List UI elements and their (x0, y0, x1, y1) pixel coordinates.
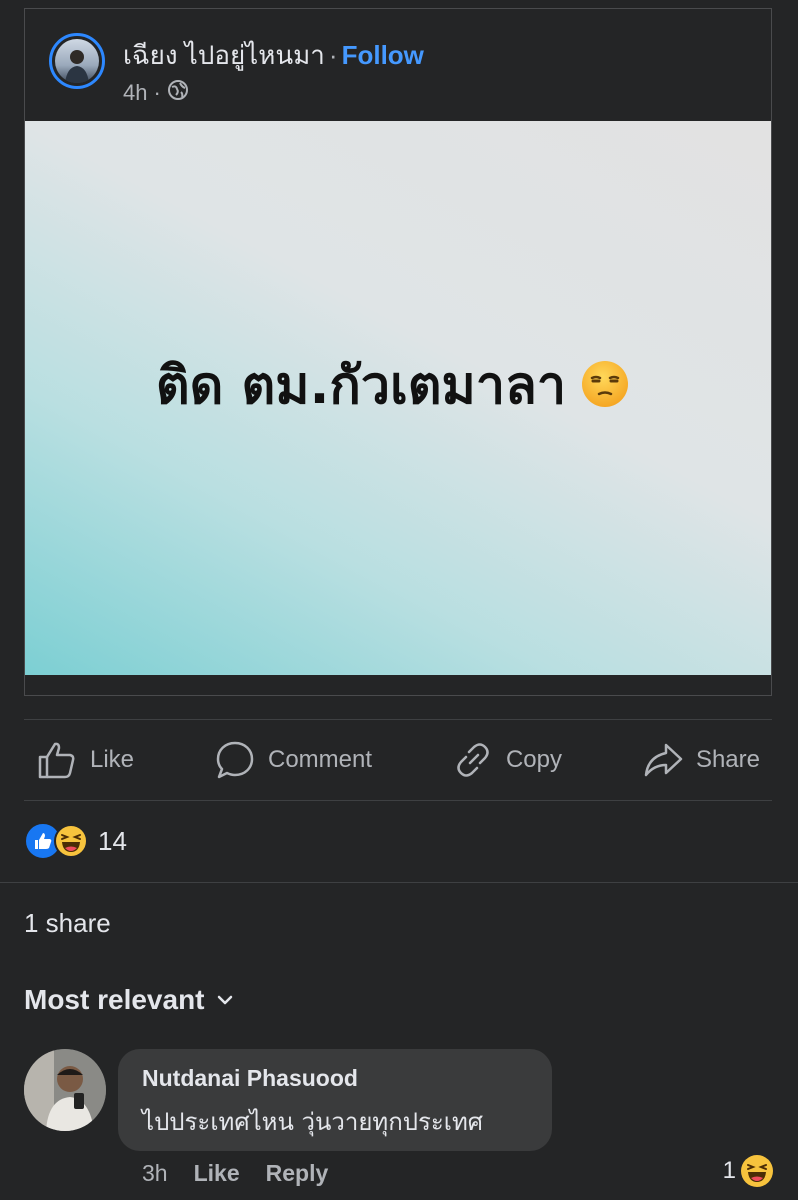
header-separator: · (328, 40, 338, 70)
comment-sort-dropdown[interactable]: Most relevant (24, 984, 235, 1016)
unamused-face-icon (582, 361, 629, 407)
commenter-avatar[interactable] (24, 1049, 106, 1131)
post-text-content: ติด ตม.กัวเตมาลา (155, 355, 567, 416)
share-button[interactable]: Share (642, 739, 760, 781)
action-bar: Like Comment Copy Share (24, 720, 772, 800)
comment-reaction-count: 1 (722, 1157, 736, 1184)
copy-button[interactable]: Copy (452, 739, 562, 781)
haha-reaction-icon (54, 824, 88, 858)
comment-time[interactable]: 3h (142, 1160, 168, 1187)
comment-reaction-summary[interactable]: 1 (723, 1154, 774, 1188)
sort-label: Most relevant (24, 984, 205, 1015)
share-count[interactable]: 1 share (24, 908, 111, 939)
link-icon (457, 743, 489, 777)
globe-icon (167, 79, 189, 107)
divider (24, 800, 772, 801)
meta-separator: · (153, 80, 161, 105)
comment-label: Comment (267, 746, 373, 773)
share-label: Share (695, 746, 760, 773)
post-card: เฉียง ไปอยู่ไหนมา · Follow 4h · ติด ตม.กัว… (24, 8, 772, 696)
haha-reaction-icon (741, 1155, 773, 1187)
comment-bubble-icon (216, 741, 254, 779)
follow-button[interactable]: Follow (342, 40, 424, 70)
comment-like-button[interactable]: Like (194, 1160, 240, 1187)
reaction-count: 14 (98, 825, 127, 856)
copy-label: Copy (505, 746, 562, 773)
post-header: เฉียง ไปอยู่ไหนมา · Follow (123, 35, 424, 76)
post-time[interactable]: 4h (123, 80, 147, 106)
section-divider (0, 882, 798, 883)
post-text: ติด ตม.กัวเตมาลา (156, 343, 630, 426)
like-button[interactable]: Like (36, 739, 134, 781)
comment-meta: 3h Like Reply (142, 1160, 328, 1187)
author-avatar-image (55, 39, 99, 83)
comment-button[interactable]: Comment (214, 739, 372, 781)
chevron-down-icon (217, 995, 232, 1005)
comment-reply-button[interactable]: Reply (266, 1160, 329, 1187)
like-label: Like (90, 746, 135, 773)
comment-bubble[interactable]: Nutdanai Phasuood ไปประเทศไหน วุ่นวายทุก… (118, 1049, 552, 1151)
post-text-background[interactable]: ติด ตม.กัวเตมาลา (25, 121, 771, 675)
author-avatar[interactable] (49, 33, 105, 89)
share-arrow-icon (644, 743, 683, 777)
commenter-name[interactable]: Nutdanai Phasuood (142, 1065, 528, 1092)
post-meta: 4h · (123, 79, 189, 107)
author-name[interactable]: เฉียง ไปอยู่ไหนมา (123, 40, 325, 70)
comment-text: ไปประเทศไหน วุ่นวายทุกประเทศ (142, 1108, 484, 1136)
reaction-summary[interactable]: 14 (24, 822, 127, 860)
thumbs-up-icon (38, 742, 75, 779)
